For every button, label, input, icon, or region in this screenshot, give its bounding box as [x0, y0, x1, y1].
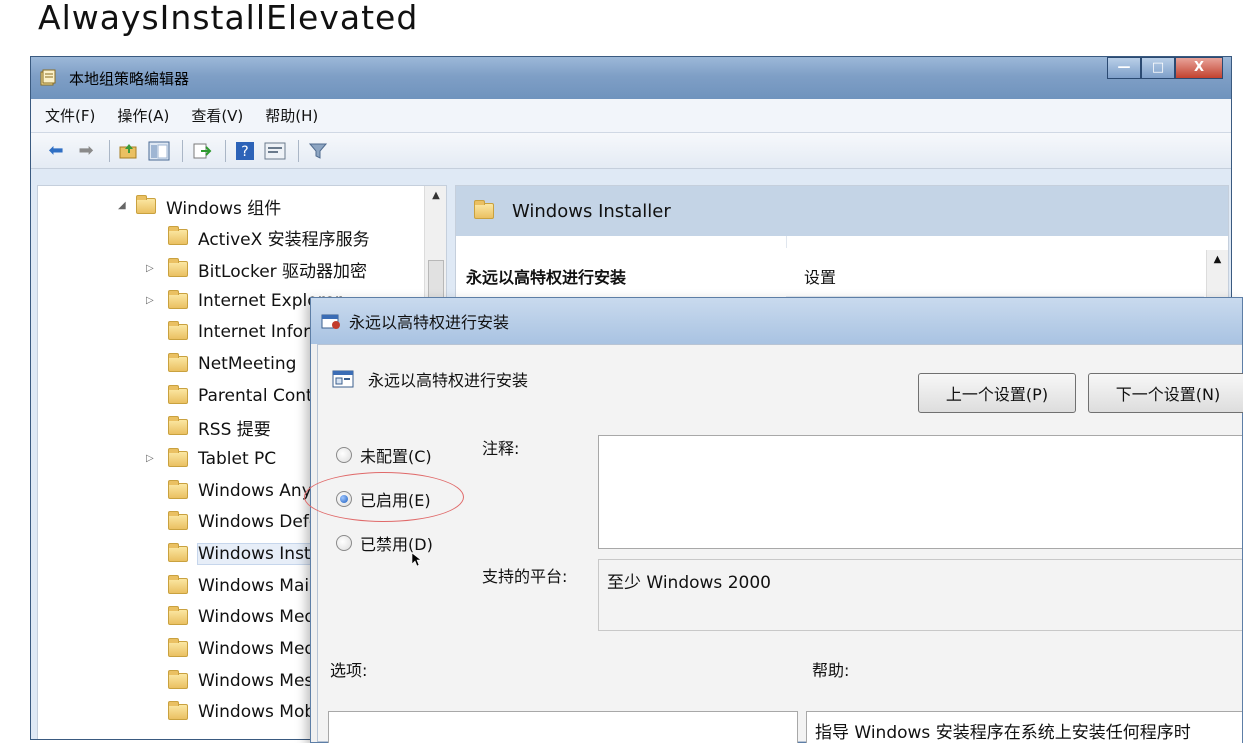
- help-label: 帮助:: [812, 661, 850, 680]
- tree-item-label: Windows Mail: [198, 576, 314, 596]
- expand-icon[interactable]: ▷: [146, 295, 154, 306]
- tree-item-label: Tablet PC: [198, 449, 277, 469]
- dialog-body: 永远以高特权进行安装 上一个设置(P) 下一个设置(N) 未配置(C) 已启用(…: [317, 344, 1243, 743]
- close-button[interactable]: X: [1175, 57, 1223, 79]
- expand-icon[interactable]: ▷: [146, 453, 154, 464]
- column-header-setting[interactable]: 设置: [804, 264, 836, 288]
- tree-item[interactable]: ▷ BitLocker 驱动器加密: [146, 255, 368, 283]
- folder-icon: [168, 606, 188, 625]
- toolbar-separator: [109, 139, 110, 162]
- dialog-policy-name: 永远以高特权进行安装: [368, 371, 529, 390]
- mouse-cursor-icon: [412, 553, 422, 567]
- tree-item-label: Windows 组件: [166, 198, 282, 219]
- menu-file[interactable]: 文件(F): [45, 105, 95, 126]
- column-divider: [786, 236, 1228, 248]
- tree-item[interactable]: ▷ Tablet PC: [146, 445, 277, 473]
- supported-platform-label: 支持的平台:: [482, 567, 568, 586]
- folder-icon: [168, 385, 188, 404]
- folder-icon: [168, 480, 188, 499]
- tree-item[interactable]: Windows Mail: [168, 572, 314, 600]
- highlight-annotation-ellipse: [304, 472, 464, 522]
- policy-setting-icon: [332, 370, 354, 388]
- radio-not-configured[interactable]: 未配置(C): [336, 443, 432, 467]
- toolbar: ⬅ ➡ ?: [31, 133, 1231, 169]
- menu-action[interactable]: 操作(A): [117, 105, 169, 126]
- folder-icon: [168, 226, 188, 245]
- tree-item-windows-components[interactable]: ◢ Windows 组件: [118, 192, 282, 220]
- menu-help[interactable]: 帮助(H): [265, 105, 318, 126]
- help-text: 指导 Windows 安装程序在系统上安装任何程序时: [815, 723, 1191, 743]
- radio-label: 未配置(C): [360, 447, 432, 466]
- dialog-titlebar[interactable]: 永远以高特权进行安装: [311, 298, 1242, 344]
- minimize-button[interactable]: —: [1107, 57, 1141, 79]
- window-title: 本地组策略编辑器: [69, 70, 190, 88]
- folder-icon: [168, 258, 188, 277]
- up-folder-icon[interactable]: [116, 139, 142, 163]
- supported-platform-value: 至少 Windows 2000: [598, 559, 1242, 631]
- svg-text:?: ?: [241, 144, 248, 160]
- toolbar-separator: [182, 139, 183, 162]
- folder-icon: [168, 575, 188, 594]
- collapse-icon[interactable]: ◢: [118, 200, 126, 211]
- radio-label: 已禁用(D): [360, 535, 433, 554]
- options-label: 选项:: [330, 661, 368, 680]
- folder-icon: [168, 670, 188, 689]
- folder-icon: [136, 195, 156, 214]
- maximize-button[interactable]: □: [1141, 57, 1175, 79]
- previous-setting-button[interactable]: 上一个设置(P): [918, 373, 1076, 413]
- folder-icon: [168, 353, 188, 372]
- expand-icon[interactable]: ▷: [146, 263, 154, 274]
- scroll-up-icon[interactable]: ▲: [425, 190, 446, 201]
- folder-icon: [168, 290, 188, 309]
- folder-icon: [168, 701, 188, 720]
- radio-disabled[interactable]: 已禁用(D): [336, 531, 433, 555]
- help-icon[interactable]: ?: [232, 139, 258, 163]
- selected-policy-name: 永远以高特权进行安装: [466, 268, 627, 287]
- folder-icon: [168, 511, 188, 530]
- radio-button[interactable]: [336, 535, 352, 551]
- filter-icon[interactable]: [305, 139, 331, 163]
- comment-textarea[interactable]: [598, 435, 1242, 549]
- tree-item-label: RSS 提要: [198, 419, 271, 440]
- supported-platform-text: 至少 Windows 2000: [607, 573, 771, 593]
- next-setting-button[interactable]: 下一个设置(N): [1088, 373, 1243, 413]
- tree-item-label: BitLocker 驱动器加密: [198, 261, 368, 282]
- policy-setting-dialog: 永远以高特权进行安装 永远以高特权进行安装 上一个设置(P) 下一个设置(N) …: [310, 297, 1243, 743]
- menu-view[interactable]: 查看(V): [191, 105, 243, 126]
- export-list-icon[interactable]: [189, 139, 215, 163]
- tree-item-label: ActiveX 安装程序服务: [198, 229, 370, 250]
- tree-item[interactable]: RSS 提要: [168, 413, 271, 441]
- forward-icon[interactable]: ➡: [73, 139, 99, 163]
- menu-bar: 文件(F) 操作(A) 查看(V) 帮助(H): [31, 99, 1231, 133]
- dialog-policy-header: 永远以高特权进行安装: [332, 367, 528, 391]
- settings-scrollbar[interactable]: ▲: [1206, 250, 1228, 300]
- folder-icon: [168, 543, 188, 562]
- help-panel[interactable]: 指导 Windows 安装程序在系统上安装任何程序时: [806, 711, 1242, 743]
- window-titlebar[interactable]: 本地组策略编辑器 — □ X: [31, 57, 1231, 99]
- tree-item[interactable]: ActiveX 安装程序服务: [168, 223, 370, 251]
- back-icon[interactable]: ⬅: [43, 139, 69, 163]
- slide-title: AlwaysInstallElevated: [38, 0, 419, 37]
- comment-label: 注释:: [482, 439, 520, 458]
- folder-icon: [168, 321, 188, 340]
- radio-button[interactable]: [336, 447, 352, 463]
- settings-pane-header: Windows Installer: [456, 186, 1228, 236]
- folder-icon: [168, 448, 188, 467]
- tree-item[interactable]: NetMeeting: [168, 350, 296, 378]
- show-hide-tree-icon[interactable]: [146, 139, 172, 163]
- policy-editor-icon: [40, 69, 56, 86]
- tree-item-label: NetMeeting: [198, 354, 297, 374]
- toolbar-separator: [298, 139, 299, 162]
- folder-icon: [168, 638, 188, 657]
- folder-icon: [474, 200, 494, 219]
- dialog-title: 永远以高特权进行安装: [349, 313, 510, 332]
- settings-pane-title: Windows Installer: [512, 200, 671, 222]
- folder-icon: [168, 416, 188, 435]
- policy-setting-icon: [321, 314, 340, 329]
- toolbar-separator: [225, 139, 226, 162]
- options-panel[interactable]: [328, 711, 798, 743]
- properties-icon[interactable]: [262, 139, 288, 163]
